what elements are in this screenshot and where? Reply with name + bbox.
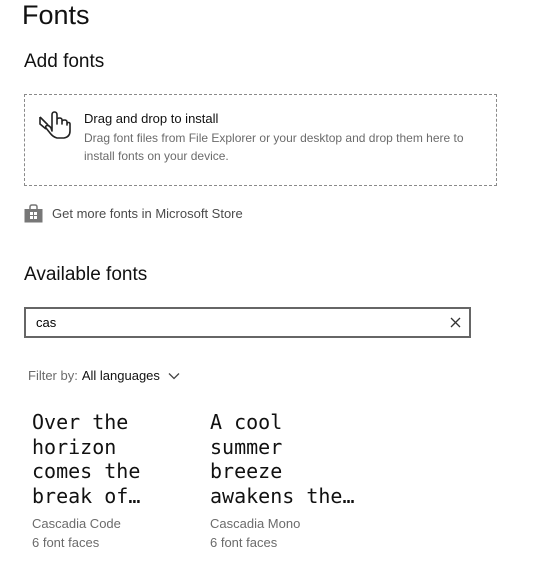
font-face-count: 6 font faces [210,535,278,550]
page-title: Fonts [22,0,90,30]
font-preview-line: horizon [32,434,117,459]
font-search-input[interactable] [26,315,441,330]
drop-zone-title: Drag and drop to install [84,111,219,126]
font-card-cascadia-mono[interactable]: A cool summer breeze awakens the… Cascad… [210,410,380,552]
font-preview-line: comes the [32,459,141,483]
font-name: Cascadia Code [32,516,121,531]
font-face-count: 6 font faces [32,535,100,550]
microsoft-store-link[interactable]: Get more fonts in Microsoft Store [24,203,243,223]
drop-zone[interactable]: Drag and drop to install Drag font files… [24,94,497,186]
store-link-label: Get more fonts in Microsoft Store [52,205,243,221]
font-preview: Over the horizon comes the break of… [32,410,202,510]
drop-zone-description: Drag font files from File Explorer or yo… [84,131,464,163]
font-preview-line: breeze [210,459,283,483]
font-name: Cascadia Mono [210,516,301,531]
available-fonts-heading: Available fonts [24,264,148,285]
add-fonts-heading: Add fonts [24,51,105,72]
font-preview-line: awakens the… [210,483,355,508]
store-bag-icon [24,203,43,222]
close-icon [450,317,460,328]
font-search-box [24,307,471,338]
font-preview-line: summer [210,434,283,459]
font-card-cascadia-code[interactable]: Over the horizon comes the break of… Cas… [32,410,202,552]
chevron-down-icon [168,373,180,380]
filter-value: All languages [81,368,160,383]
filter-label: Filter by: [28,368,78,383]
hand-pointer-icon [39,111,71,139]
font-preview-line: A cool [210,410,283,434]
font-preview-line: Over the [32,410,129,434]
clear-search-button[interactable] [441,309,469,336]
language-filter[interactable]: Filter by: All languages [28,368,180,383]
font-preview: A cool summer breeze awakens the… [210,410,380,510]
font-preview-line: break of… [32,483,141,508]
